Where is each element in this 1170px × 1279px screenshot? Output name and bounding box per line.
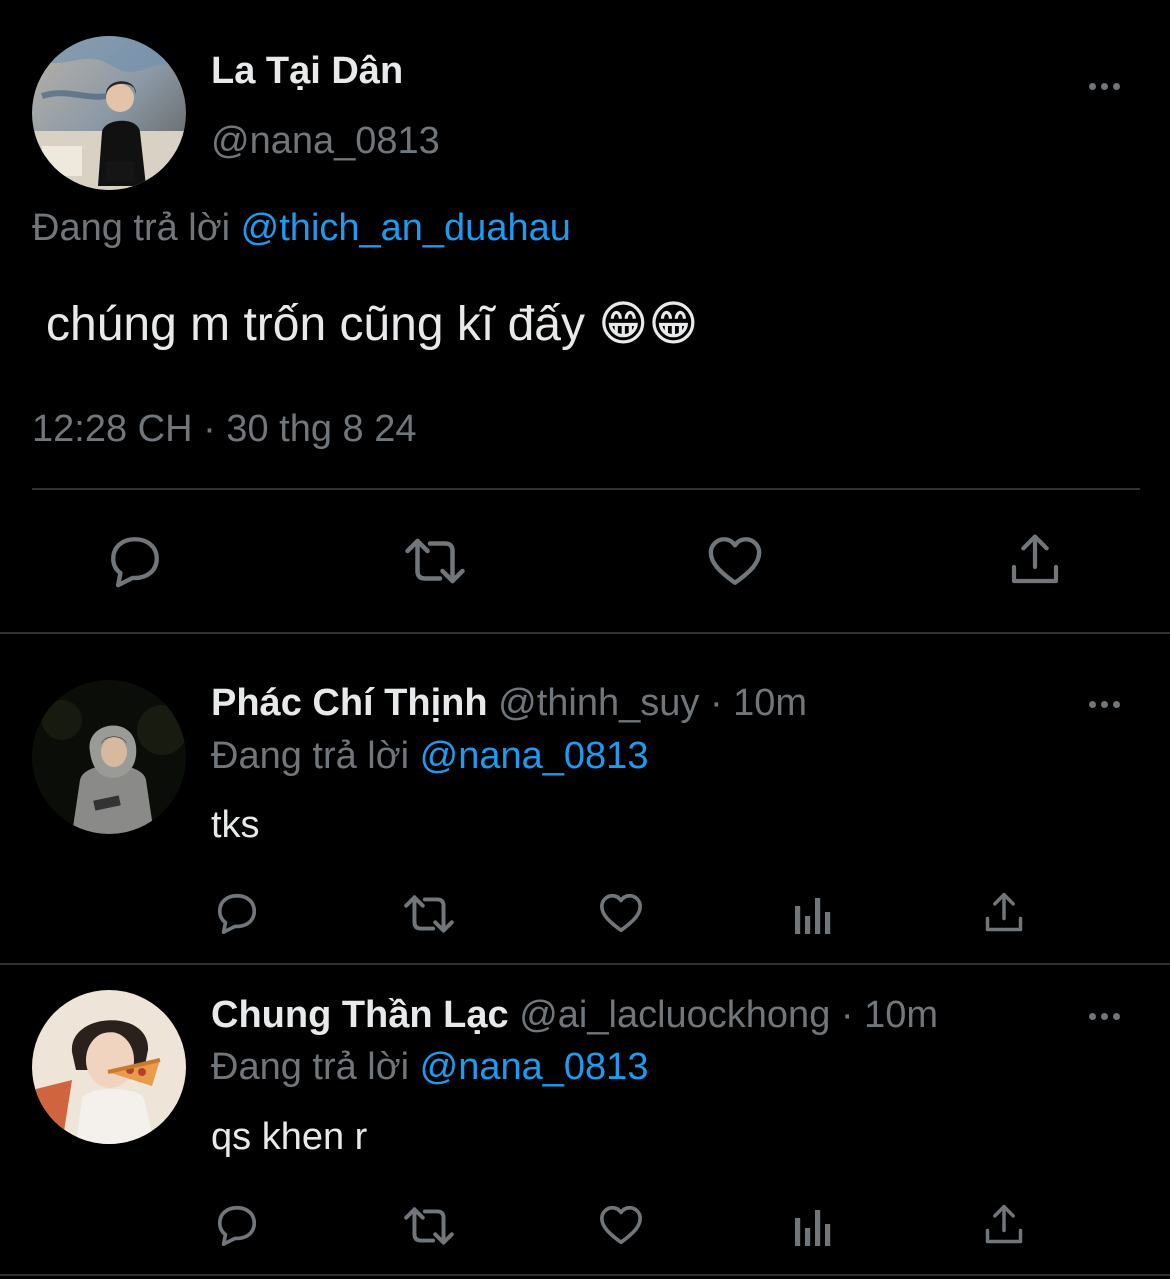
retweet-icon[interactable] [402,893,456,935]
reply-context: Đang trả lời @thich_an_duahau [32,207,571,250]
reply-to-link[interactable]: @thich_an_duahau [241,207,571,249]
reply-to-link[interactable]: @nana_0813 [420,1046,649,1088]
more-options-icon[interactable] [1089,83,1120,90]
divider [0,632,1170,634]
tweet-text: chúng m trốn cũng kĩ đấy 😁😁 [46,298,699,351]
share-icon[interactable] [983,1203,1025,1247]
reply-time[interactable]: · 10m [710,682,807,724]
like-icon[interactable] [598,1203,644,1247]
tweet-timestamp[interactable]: 12:28 CH · 30 thg 8 24 [32,408,416,451]
reply-icon[interactable] [214,1203,260,1247]
views-icon[interactable] [793,1206,833,1246]
display-name[interactable]: Chung Thần Lạc [211,994,509,1036]
reply-time[interactable]: · 10m [841,994,938,1036]
retweet-icon[interactable] [402,536,468,586]
divider [32,488,1140,490]
handle[interactable]: @nana_0813 [211,120,440,163]
handle[interactable]: @ai_lacluockhong [519,994,830,1036]
tweet-text: qs khen r [211,1116,368,1158]
reply-icon[interactable] [106,534,164,588]
display-name[interactable]: Phác Chí Thịnh [211,682,488,724]
display-name[interactable]: La Tại Dân [211,50,403,93]
share-icon[interactable] [983,891,1025,935]
reply-prefix: Đang trả lời [32,207,231,249]
reply-to-link[interactable]: @nana_0813 [420,735,649,777]
reply-icon[interactable] [214,891,260,935]
reply-context: Đang trả lời @nana_0813 [211,735,648,778]
like-icon[interactable] [598,891,644,935]
handle[interactable]: @thinh_suy [498,682,699,724]
share-icon[interactable] [1008,532,1062,588]
reply-header: Chung Thần Lạc @ai_lacluockhong · 10m [211,994,938,1037]
reply-context: Đang trả lời @nana_0813 [211,1046,648,1089]
reply-header: Phác Chí Thịnh @thinh_suy · 10m [211,682,807,725]
avatar[interactable] [32,990,186,1144]
avatar[interactable] [32,36,186,190]
like-icon[interactable] [706,534,764,588]
avatar[interactable] [32,680,186,834]
reply-prefix: Đang trả lời [211,1046,410,1088]
divider [0,1274,1170,1276]
more-options-icon[interactable] [1089,1013,1120,1020]
more-options-icon[interactable] [1089,701,1120,708]
reply-prefix: Đang trả lời [211,735,410,777]
views-icon[interactable] [793,894,833,934]
retweet-icon[interactable] [402,1205,456,1247]
divider [0,963,1170,965]
tweet-text: tks [211,804,260,846]
